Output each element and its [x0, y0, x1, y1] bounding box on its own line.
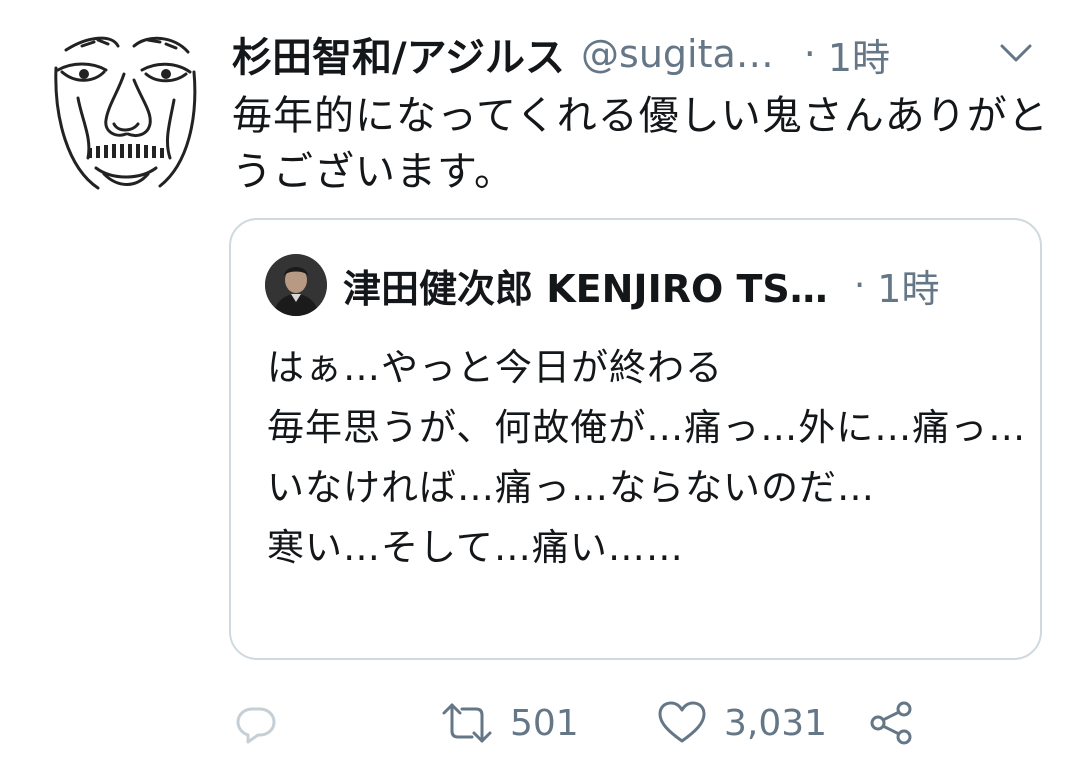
quoted-header-separator: ·: [853, 264, 866, 306]
quoted-tweet-timestamp[interactable]: 1時: [877, 258, 939, 313]
like-count: 3,031: [724, 702, 828, 744]
quoted-tweet-text: はぁ…やっと今日が終わる 毎年思うが、何故俺が…痛っ…外に…痛っ…いなければ…痛…: [267, 346, 1027, 569]
quoted-tweet-card[interactable]: 津田健次郎 KENJIRO TS… · 1時 はぁ…やっと今日が終わる 毎年思う…: [229, 218, 1042, 660]
retweet-icon: [442, 703, 492, 743]
tweet-text: 毎年的になってくれる優しい鬼さんありがとうございます。: [232, 93, 1049, 195]
tweet-action-bar: 501 3,031: [232, 690, 932, 756]
tweet-timestamp[interactable]: 1時: [828, 27, 890, 82]
share-button[interactable]: [868, 690, 916, 756]
face-drawing-icon: [54, 36, 197, 190]
author-avatar[interactable]: [48, 28, 200, 196]
quoted-author-avatar[interactable]: [265, 254, 327, 316]
author-display-name[interactable]: 杉田智和/アジルス: [232, 25, 565, 83]
header-separator: ·: [803, 32, 816, 76]
quoted-tweet-header: 津田健次郎 KENJIRO TS… · 1時: [343, 258, 1010, 312]
tweet-header: 杉田智和/アジルス @sugita… · 1時: [232, 26, 1050, 82]
author-handle[interactable]: @sugita…: [581, 32, 774, 76]
reply-button[interactable]: [232, 690, 280, 756]
share-icon: [870, 701, 912, 745]
chevron-down-icon[interactable]: [996, 38, 1036, 70]
heart-icon: [658, 701, 706, 743]
person-photo-icon: [265, 254, 327, 316]
like-button[interactable]: 3,031: [656, 690, 827, 756]
retweet-count: 501: [510, 702, 579, 744]
quoted-author-name[interactable]: 津田健次郎 KENJIRO TS…: [343, 258, 828, 313]
retweet-button[interactable]: 501: [440, 690, 579, 756]
reply-icon: [236, 707, 276, 744]
